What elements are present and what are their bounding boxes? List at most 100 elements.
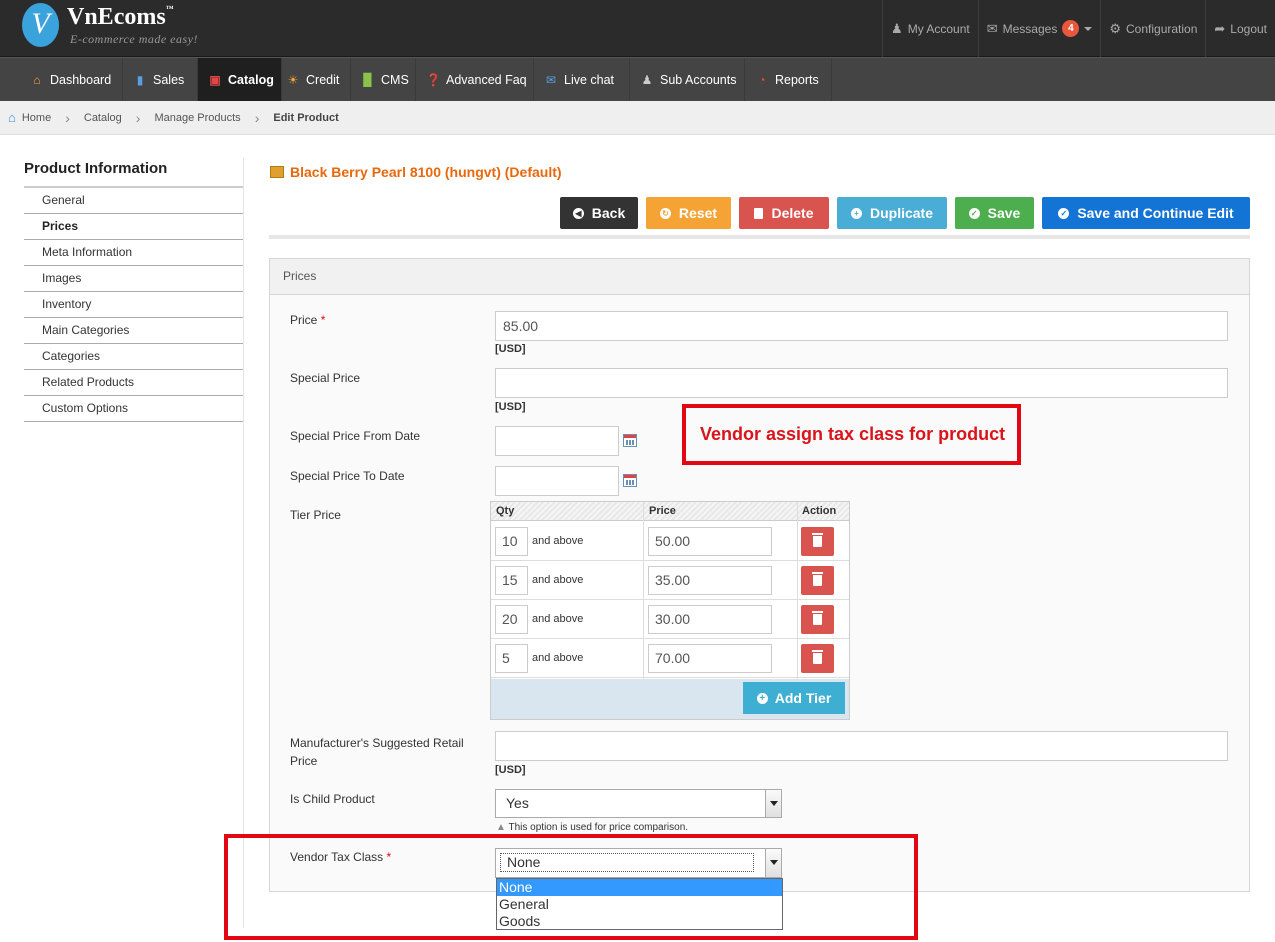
calendar-icon[interactable] [623, 434, 637, 447]
nav-cms[interactable]: ▉ CMS [351, 58, 416, 101]
is-child-product-select[interactable]: Yes [495, 789, 782, 818]
sidebar-item-categories[interactable]: Categories [24, 344, 244, 370]
back-button[interactable]: ◀ Back [560, 197, 638, 229]
tier-qty-input[interactable]: 5 [495, 644, 528, 673]
column-header-price: Price [649, 505, 676, 517]
save-and-continue-button[interactable]: ✓ Save and Continue Edit [1042, 197, 1250, 229]
sidebar-title: Product Information [24, 160, 244, 188]
delete-tier-button[interactable] [801, 644, 834, 673]
page-title: Black Berry Pearl 8100 (hungvt) (Default… [270, 164, 562, 180]
tier-qty-input[interactable]: 20 [495, 605, 528, 634]
is-child-product-note: ▲ This option is used for price comparis… [496, 822, 689, 833]
breadcrumb-current: Edit Product [273, 111, 339, 124]
nav-credit[interactable]: ☀ Credit [276, 58, 351, 101]
tier-qty-input[interactable]: 15 [495, 566, 528, 595]
price-input[interactable]: 85.00 [495, 311, 1228, 341]
top-bar: V VnEcoms™ E-commerce made easy! ♟ My Ac… [0, 0, 1275, 57]
special-from-label: Special Price From Date [290, 429, 421, 443]
nav-label: Sub Accounts [660, 72, 737, 87]
messages-label: Messages [1002, 21, 1058, 36]
nav-reports[interactable]: ◔ Reports [745, 58, 832, 101]
duplicate-button[interactable]: + Duplicate [837, 197, 947, 229]
logout-link[interactable]: ➦ Logout [1205, 0, 1275, 57]
breadcrumb-catalog[interactable]: Catalog [84, 112, 122, 124]
sidebar-item-prices[interactable]: Prices [24, 214, 244, 240]
column-header-action: Action [802, 505, 837, 517]
add-tier-button[interactable]: + Add Tier [743, 682, 845, 714]
sidebar-item-general[interactable]: General [24, 188, 244, 214]
nav-dashboard[interactable]: ⌂ Dashboard [20, 58, 123, 101]
tier-table-footer: + Add Tier [491, 679, 849, 719]
sidebar-item-meta-information[interactable]: Meta Information [24, 240, 244, 266]
trash-icon [754, 207, 764, 219]
delete-tier-button[interactable] [801, 527, 834, 556]
product-title-text: Black Berry Pearl 8100 (hungvt) (Default… [290, 164, 562, 180]
breadcrumb-home[interactable]: Home [22, 112, 51, 124]
tier-price-input[interactable]: 70.00 [648, 644, 772, 673]
header-divider [269, 235, 1250, 239]
save-continue-label: Save and Continue Edit [1077, 205, 1234, 221]
sidebar-tabs: General Prices Meta Information Images I… [24, 188, 244, 422]
my-account-label: My Account [907, 21, 970, 36]
back-label: Back [591, 205, 626, 221]
nav-catalog[interactable]: ▣ Catalog [198, 58, 282, 101]
price-currency-note: [USD] [495, 343, 526, 355]
nav-label: CMS [381, 72, 409, 87]
plus-circle-icon: + [850, 207, 862, 219]
reset-button[interactable]: ↻ Reset [646, 197, 731, 229]
nav-label: Live chat [564, 72, 615, 87]
breadcrumb: ⌂ Home › Catalog › Manage Products › Edi… [0, 101, 1275, 135]
sidebar-item-custom-options[interactable]: Custom Options [24, 396, 244, 422]
is-child-product-label: Is Child Product [290, 792, 375, 806]
nav-live-chat[interactable]: ✉ Live chat [534, 58, 630, 101]
sidebar-item-images[interactable]: Images [24, 266, 244, 292]
tier-qty-input[interactable]: 10 [495, 527, 528, 556]
delete-tier-button[interactable] [801, 566, 834, 595]
chevron-right-icon: › [65, 109, 70, 126]
sidebar-item-related-products[interactable]: Related Products [24, 370, 244, 396]
logout-label: Logout [1230, 21, 1267, 36]
nav-sub-accounts[interactable]: ♟ Sub Accounts [630, 58, 745, 101]
bar-chart-icon: ▮ [136, 72, 144, 87]
msrp-currency-note: [USD] [495, 764, 526, 776]
table-row: 10 and above 50.00 [491, 522, 849, 561]
main-nav: ⌂ Dashboard ▮ Sales ▣ Catalog ☀ Credit ▉… [0, 57, 1275, 101]
save-label: Save [987, 205, 1021, 221]
sidebar-item-inventory[interactable]: Inventory [24, 292, 244, 318]
and-above-label: and above [532, 652, 584, 664]
calendar-icon[interactable] [623, 474, 637, 487]
special-price-currency-note: [USD] [495, 401, 526, 413]
user-icon: ♟ [641, 72, 653, 87]
tier-price-table: Qty Price Action 10 and above 50.00 15 a… [490, 501, 850, 720]
save-button[interactable]: ✓ Save [955, 197, 1034, 229]
delete-label: Delete [771, 205, 814, 221]
sidebar-item-main-categories[interactable]: Main Categories [24, 318, 244, 344]
chevron-right-icon: › [135, 109, 141, 126]
msrp-input[interactable] [495, 731, 1228, 761]
tier-price-input[interactable]: 50.00 [648, 527, 772, 556]
nav-label: Catalog [228, 72, 274, 87]
and-above-label: and above [532, 574, 584, 586]
callout-text: Vendor assign tax class for product [700, 424, 1006, 444]
nav-sales[interactable]: ▮ Sales [123, 58, 198, 101]
fieldset-title: Prices [270, 259, 1249, 295]
special-price-input[interactable] [495, 368, 1228, 398]
breadcrumb-manage-products[interactable]: Manage Products [154, 112, 240, 124]
nav-label: Sales [153, 72, 185, 87]
nav-advanced-faq[interactable]: ❓ Advanced Faq [416, 58, 534, 101]
special-to-date-input[interactable] [495, 466, 619, 496]
messages-link[interactable]: ✉ Messages 4 [977, 0, 1101, 57]
configuration-link[interactable]: ⚙ Configuration [1100, 0, 1205, 57]
tier-price-input[interactable]: 35.00 [648, 566, 772, 595]
reset-label: Reset [678, 205, 718, 221]
vnecoms-logo[interactable]: V VnEcoms™ E-commerce made easy! [22, 3, 232, 49]
home-icon: ⌂ [8, 110, 16, 125]
delete-button[interactable]: Delete [739, 197, 829, 229]
duplicate-label: Duplicate [869, 205, 933, 221]
logo-mark: V [22, 3, 59, 47]
tier-price-input[interactable]: 30.00 [648, 605, 772, 634]
special-from-date-input[interactable] [495, 426, 619, 456]
my-account-link[interactable]: ♟ My Account [882, 0, 978, 57]
chevron-down-icon [1084, 26, 1093, 31]
delete-tier-button[interactable] [801, 605, 834, 634]
